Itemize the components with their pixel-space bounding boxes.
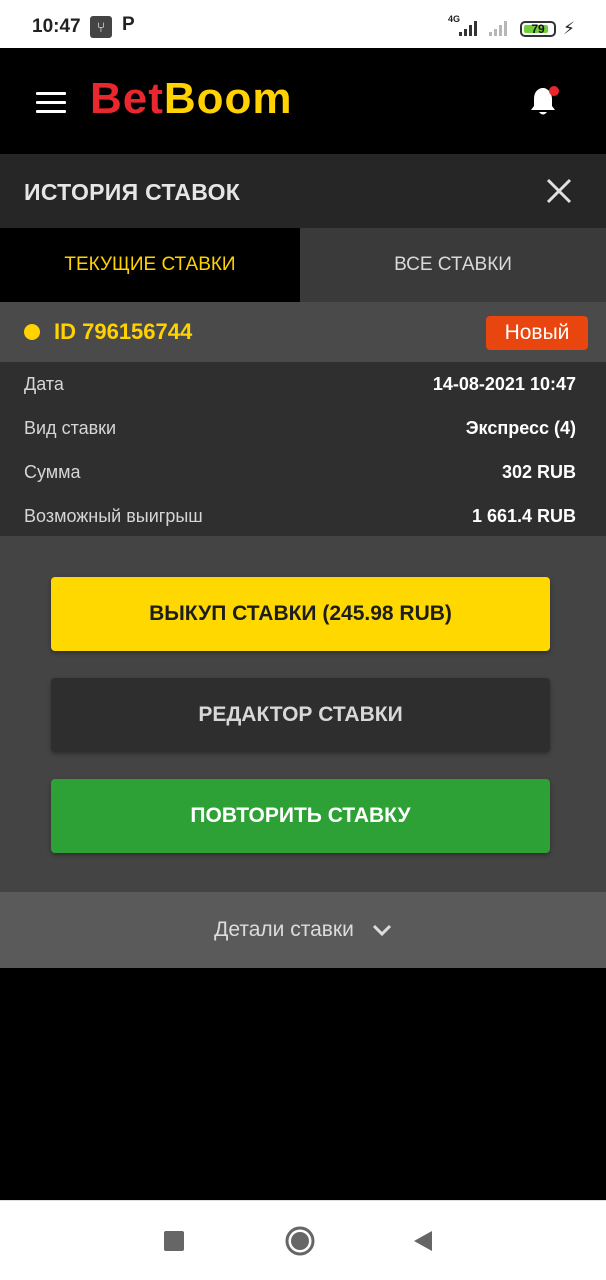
bet-row-label: Вид ставки bbox=[24, 418, 117, 438]
recent-apps-icon[interactable] bbox=[164, 1231, 184, 1251]
hamburger-icon[interactable] bbox=[36, 92, 66, 114]
bet-actions: ВЫКУП СТАВКИ (245.98 RUB) РЕДАКТОР СТАВК… bbox=[0, 536, 606, 892]
bet-details-label: Детали ставки bbox=[214, 918, 354, 941]
bet-id: ID 796156744 bbox=[54, 319, 193, 344]
status-time: 10:47 bbox=[32, 16, 81, 37]
bet-row-label: Дата bbox=[24, 374, 64, 394]
back-icon[interactable] bbox=[412, 1229, 434, 1253]
bet-header: ID 796156744 Новый bbox=[0, 302, 606, 362]
bet-info: Дата 14-08-2021 10:47 Вид ставки Экспрес… bbox=[0, 362, 606, 536]
chevron-down-icon bbox=[372, 924, 391, 937]
status-dot-icon bbox=[24, 324, 40, 340]
bet-row-possible-win: Возможный выигрыш 1 661.4 RUB bbox=[24, 500, 576, 530]
cashout-button[interactable]: ВЫКУП СТАВКИ (245.98 RUB) bbox=[51, 577, 550, 651]
home-icon[interactable] bbox=[284, 1225, 316, 1257]
tab-all-bets[interactable]: ВСЕ СТАВКИ bbox=[300, 228, 606, 302]
p-icon: P bbox=[122, 14, 135, 35]
logo[interactable]: BetBoom bbox=[90, 74, 293, 124]
bet-row-label: Возможный выигрыш bbox=[24, 506, 203, 526]
edit-bet-button[interactable]: РЕДАКТОР СТАВКИ bbox=[51, 678, 550, 752]
bet-row-value: 1 661.4 RUB bbox=[471, 506, 576, 526]
tab-current-bets[interactable]: ТЕКУЩИЕ СТАВКИ bbox=[0, 228, 300, 302]
bet-row-amount: Сумма 302 RUB bbox=[24, 456, 576, 486]
bet-details-toggle[interactable]: Детали ставки bbox=[0, 892, 606, 968]
close-icon[interactable] bbox=[544, 176, 574, 206]
status-badge: Новый bbox=[486, 316, 588, 350]
battery-icon: 79 bbox=[520, 21, 556, 37]
usb-icon: ⑂ bbox=[90, 16, 112, 38]
signal-2-icon bbox=[489, 21, 507, 36]
system-nav-bar bbox=[0, 1200, 606, 1280]
page-title-bar: ИСТОРИЯ СТАВОК bbox=[0, 154, 606, 228]
status-bar: 10:47 ⑂ P 4G 79 ⚡ bbox=[0, 0, 606, 48]
bet-row-date: Дата 14-08-2021 10:47 bbox=[24, 368, 576, 398]
bell-icon[interactable] bbox=[528, 84, 560, 118]
app-header: BetBoom bbox=[0, 48, 606, 154]
logo-boom: Boom bbox=[163, 74, 293, 123]
bets-tabs: ТЕКУЩИЕ СТАВКИ ВСЕ СТАВКИ bbox=[0, 228, 606, 302]
repeat-bet-button[interactable]: ПОВТОРИТЬ СТАВКУ bbox=[51, 779, 550, 853]
page-title: ИСТОРИЯ СТАВОК bbox=[24, 179, 241, 205]
battery-level: 79 bbox=[531, 22, 545, 36]
bet-row-value: 302 RUB bbox=[501, 462, 576, 482]
logo-bet: Bet bbox=[90, 74, 164, 123]
bet-row-value: 14-08-2021 10:47 bbox=[432, 374, 576, 394]
charging-icon: ⚡ bbox=[563, 19, 575, 38]
bet-row-type: Вид ставки Экспресс (4) bbox=[24, 412, 576, 442]
bet-row-value: Экспресс (4) bbox=[465, 418, 576, 438]
signal-icon bbox=[459, 21, 477, 36]
bet-row-label: Сумма bbox=[24, 462, 81, 482]
